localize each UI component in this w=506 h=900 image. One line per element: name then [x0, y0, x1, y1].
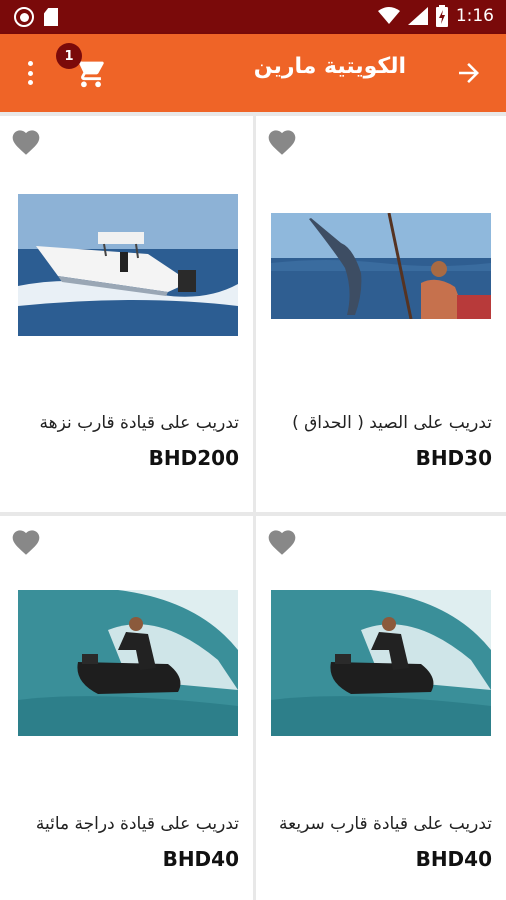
- product-card[interactable]: تدريب على الصيد ( الحداق ) BHD30: [256, 116, 506, 512]
- status-icons-left: [14, 7, 58, 27]
- product-price: BHD40: [415, 847, 492, 871]
- favorite-heart-icon[interactable]: [266, 526, 298, 556]
- signal-icon: [407, 7, 428, 25]
- overflow-dot: [27, 80, 33, 85]
- product-price: BHD30: [415, 446, 492, 470]
- product-name: تدريب على قيادة قارب نزهة: [39, 413, 239, 433]
- status-bar: 1:16: [0, 0, 506, 34]
- overflow-dot: [27, 70, 33, 76]
- app-bar: 1 الكويتية مارين: [0, 34, 506, 112]
- cart-count-badge: 1: [56, 43, 82, 69]
- arrow-forward-icon[interactable]: [454, 58, 484, 88]
- product-image-marlin-fishing: [271, 213, 491, 319]
- product-grid: تدريب على الصيد ( الحداق ) BHD30 تدريب ع…: [0, 112, 506, 900]
- product-price: BHD200: [148, 446, 239, 470]
- wifi-icon: [377, 7, 400, 24]
- product-price: BHD40: [162, 847, 239, 871]
- overflow-dot: [27, 61, 33, 66]
- favorite-heart-icon[interactable]: [10, 526, 42, 556]
- product-image-speed-boat: [18, 194, 238, 336]
- battery-icon: [435, 5, 448, 27]
- favorite-heart-icon[interactable]: [266, 126, 298, 156]
- status-icons-right: 1:16: [377, 5, 494, 27]
- product-name: تدريب على الصيد ( الحداق ): [292, 413, 492, 433]
- sd-card-icon: [44, 8, 58, 26]
- product-image-jet-ski: [271, 590, 491, 736]
- product-card[interactable]: تدريب على قيادة قارب سريعة BHD40: [256, 516, 506, 900]
- product-name: تدريب على قيادة دراجة مائية: [35, 814, 239, 834]
- product-card[interactable]: تدريب على قيادة قارب نزهة BHD200: [0, 116, 253, 512]
- favorite-heart-icon[interactable]: [10, 126, 42, 156]
- page-title: الكويتية مارين: [253, 54, 406, 79]
- product-image-jet-ski: [18, 590, 238, 736]
- product-card[interactable]: تدريب على قيادة دراجة مائية BHD40: [0, 516, 253, 900]
- record-icon: [14, 7, 34, 27]
- product-name: تدريب على قيادة قارب سريعة: [279, 814, 492, 834]
- status-time: 1:16: [455, 6, 494, 26]
- overflow-menu-button[interactable]: [18, 58, 42, 88]
